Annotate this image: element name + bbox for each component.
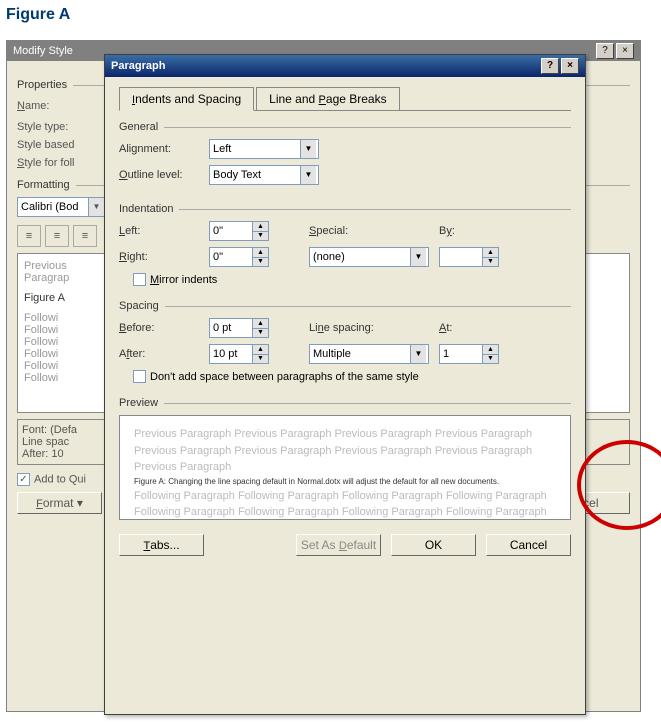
figure-label: Figure A <box>6 6 70 24</box>
after-spinner[interactable]: ▲▼ <box>209 344 269 364</box>
before-label: Before: <box>119 322 209 334</box>
close-button[interactable]: × <box>616 43 634 59</box>
para-preview: Previous Paragraph Previous Paragraph Pr… <box>119 415 571 520</box>
indent-right-spinner[interactable]: ▲▼ <box>209 247 269 267</box>
style-for-follow-label: Style for foll <box>17 157 107 169</box>
dont-add-space-label: Don't add space between paragraphs of th… <box>150 371 419 383</box>
align-left-button[interactable]: ≡ <box>17 225 41 247</box>
spacing-label: Spacing <box>119 300 159 312</box>
alignment-combo[interactable]: ▼ <box>209 139 319 159</box>
special-label: Special: <box>309 225 379 237</box>
line-spacing-combo[interactable]: ▼ <box>309 344 429 364</box>
align-center-button[interactable]: ≡ <box>45 225 69 247</box>
by-label: By: <box>439 225 479 237</box>
align-right-button[interactable]: ≡ <box>73 225 97 247</box>
outline-level-label: Outline level: <box>119 169 209 181</box>
help-button[interactable]: ? <box>596 43 614 59</box>
mirror-indents-label: Mirror indents <box>150 274 217 286</box>
at-spinner[interactable]: ▲▼ <box>439 344 499 364</box>
indent-left-label: Left: <box>119 225 209 237</box>
at-label: At: <box>439 322 479 334</box>
cancel-button[interactable]: Cancel <box>486 534 571 556</box>
indent-left-spinner[interactable]: ▲▼ <box>209 221 269 241</box>
alignment-label: Alignment: <box>119 143 209 155</box>
special-combo[interactable]: ▼ <box>309 247 429 267</box>
tabs-button[interactable]: Tabs... <box>119 534 204 556</box>
add-to-quick-label: Add to Qui <box>34 473 86 485</box>
style-type-label: Style type: <box>17 121 107 133</box>
properties-label: Properties <box>17 79 67 91</box>
para-tabs: Indents and Spacing Line and Page Breaks <box>119 87 571 111</box>
format-button[interactable]: Format ▾ <box>17 492 102 514</box>
formatting-label: Formatting <box>17 179 70 191</box>
para-close-button[interactable]: × <box>561 58 579 74</box>
tab-indents-spacing[interactable]: Indents and Spacing <box>119 87 254 111</box>
para-help-button[interactable]: ? <box>541 58 559 74</box>
outline-level-combo[interactable]: ▼ <box>209 165 319 185</box>
line-spacing-label: Line spacing: <box>309 322 399 334</box>
indent-right-label: Right: <box>119 251 209 263</box>
preview-label: Preview <box>119 397 158 409</box>
ok-button[interactable]: OK <box>391 534 476 556</box>
by-spinner[interactable]: ▲▼ <box>439 247 499 267</box>
tab-line-page-breaks[interactable]: Line and Page Breaks <box>256 87 399 110</box>
para-title-text: Paragraph <box>111 60 165 72</box>
before-spinner[interactable]: ▲▼ <box>209 318 269 338</box>
paragraph-dialog: Paragraph ? × Indents and Spacing Line a… <box>104 54 586 715</box>
general-label: General <box>119 121 158 133</box>
after-label: After: <box>119 348 209 360</box>
set-as-default-button[interactable]: Set As Default <box>296 534 381 556</box>
add-to-quick-checkbox[interactable] <box>17 473 30 486</box>
modify-title-text: Modify Style <box>13 45 73 57</box>
style-based-label: Style based <box>17 139 107 151</box>
mirror-indents-checkbox[interactable] <box>133 273 146 286</box>
indentation-label: Indentation <box>119 203 173 215</box>
name-label: Name: <box>17 100 107 112</box>
font-family-combo[interactable]: ▼ <box>17 197 105 217</box>
dont-add-space-checkbox[interactable] <box>133 370 146 383</box>
para-title-bar: Paragraph ? × <box>105 55 585 77</box>
